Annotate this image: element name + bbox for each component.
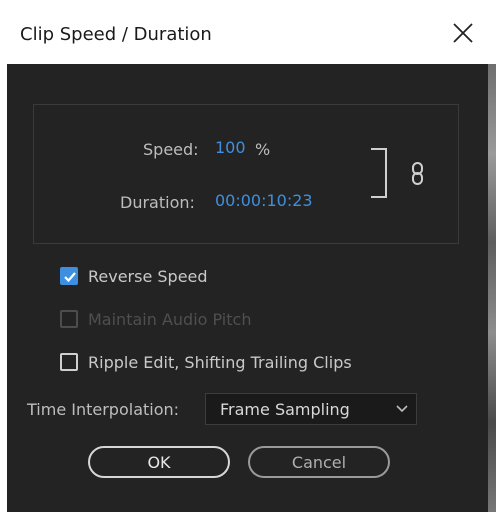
reverse-speed-checkbox[interactable] [60, 267, 78, 285]
checkmark-icon [64, 272, 76, 283]
dialog-body: Speed: 100 % Duration: 00:00:10:23 Rever… [7, 64, 488, 512]
time-interpolation-value: Frame Sampling [220, 400, 350, 419]
bottom-edge [0, 512, 496, 519]
maintain-audio-pitch-checkbox [60, 310, 78, 328]
time-interpolation-select[interactable]: Frame Sampling [205, 393, 417, 425]
chevron-down-icon [396, 405, 408, 413]
reverse-speed-option[interactable]: Reverse Speed [60, 264, 208, 288]
speed-label: Speed: [143, 140, 199, 159]
speed-unit: % [255, 140, 271, 159]
ripple-edit-option[interactable]: Ripple Edit, Shifting Trailing Clips [60, 350, 352, 374]
speed-duration-group [33, 104, 459, 244]
link-icon [412, 162, 423, 185]
time-interpolation-label: Time Interpolation: [27, 400, 180, 419]
clip-speed-dialog: Clip Speed / Duration Speed: 100 % Durat… [0, 0, 496, 519]
link-toggle[interactable] [411, 162, 425, 190]
ripple-edit-checkbox[interactable] [60, 353, 78, 371]
cancel-button[interactable]: Cancel [248, 446, 390, 478]
link-bracket [371, 148, 387, 198]
dialog-title: Clip Speed / Duration [20, 24, 212, 45]
reverse-speed-label: Reverse Speed [88, 266, 208, 286]
close-icon [453, 23, 473, 43]
duration-value[interactable]: 00:00:10:23 [215, 191, 313, 210]
speed-value[interactable]: 100 [215, 138, 246, 157]
ok-button[interactable]: OK [88, 446, 230, 478]
maintain-audio-pitch-option: Maintain Audio Pitch [60, 307, 251, 331]
ripple-edit-label: Ripple Edit, Shifting Trailing Clips [88, 352, 352, 372]
title-bar: Clip Speed / Duration [0, 0, 496, 64]
background-window-edge [488, 64, 496, 512]
maintain-audio-pitch-label: Maintain Audio Pitch [88, 309, 252, 329]
duration-label: Duration: [120, 193, 195, 212]
close-button[interactable] [448, 18, 478, 48]
